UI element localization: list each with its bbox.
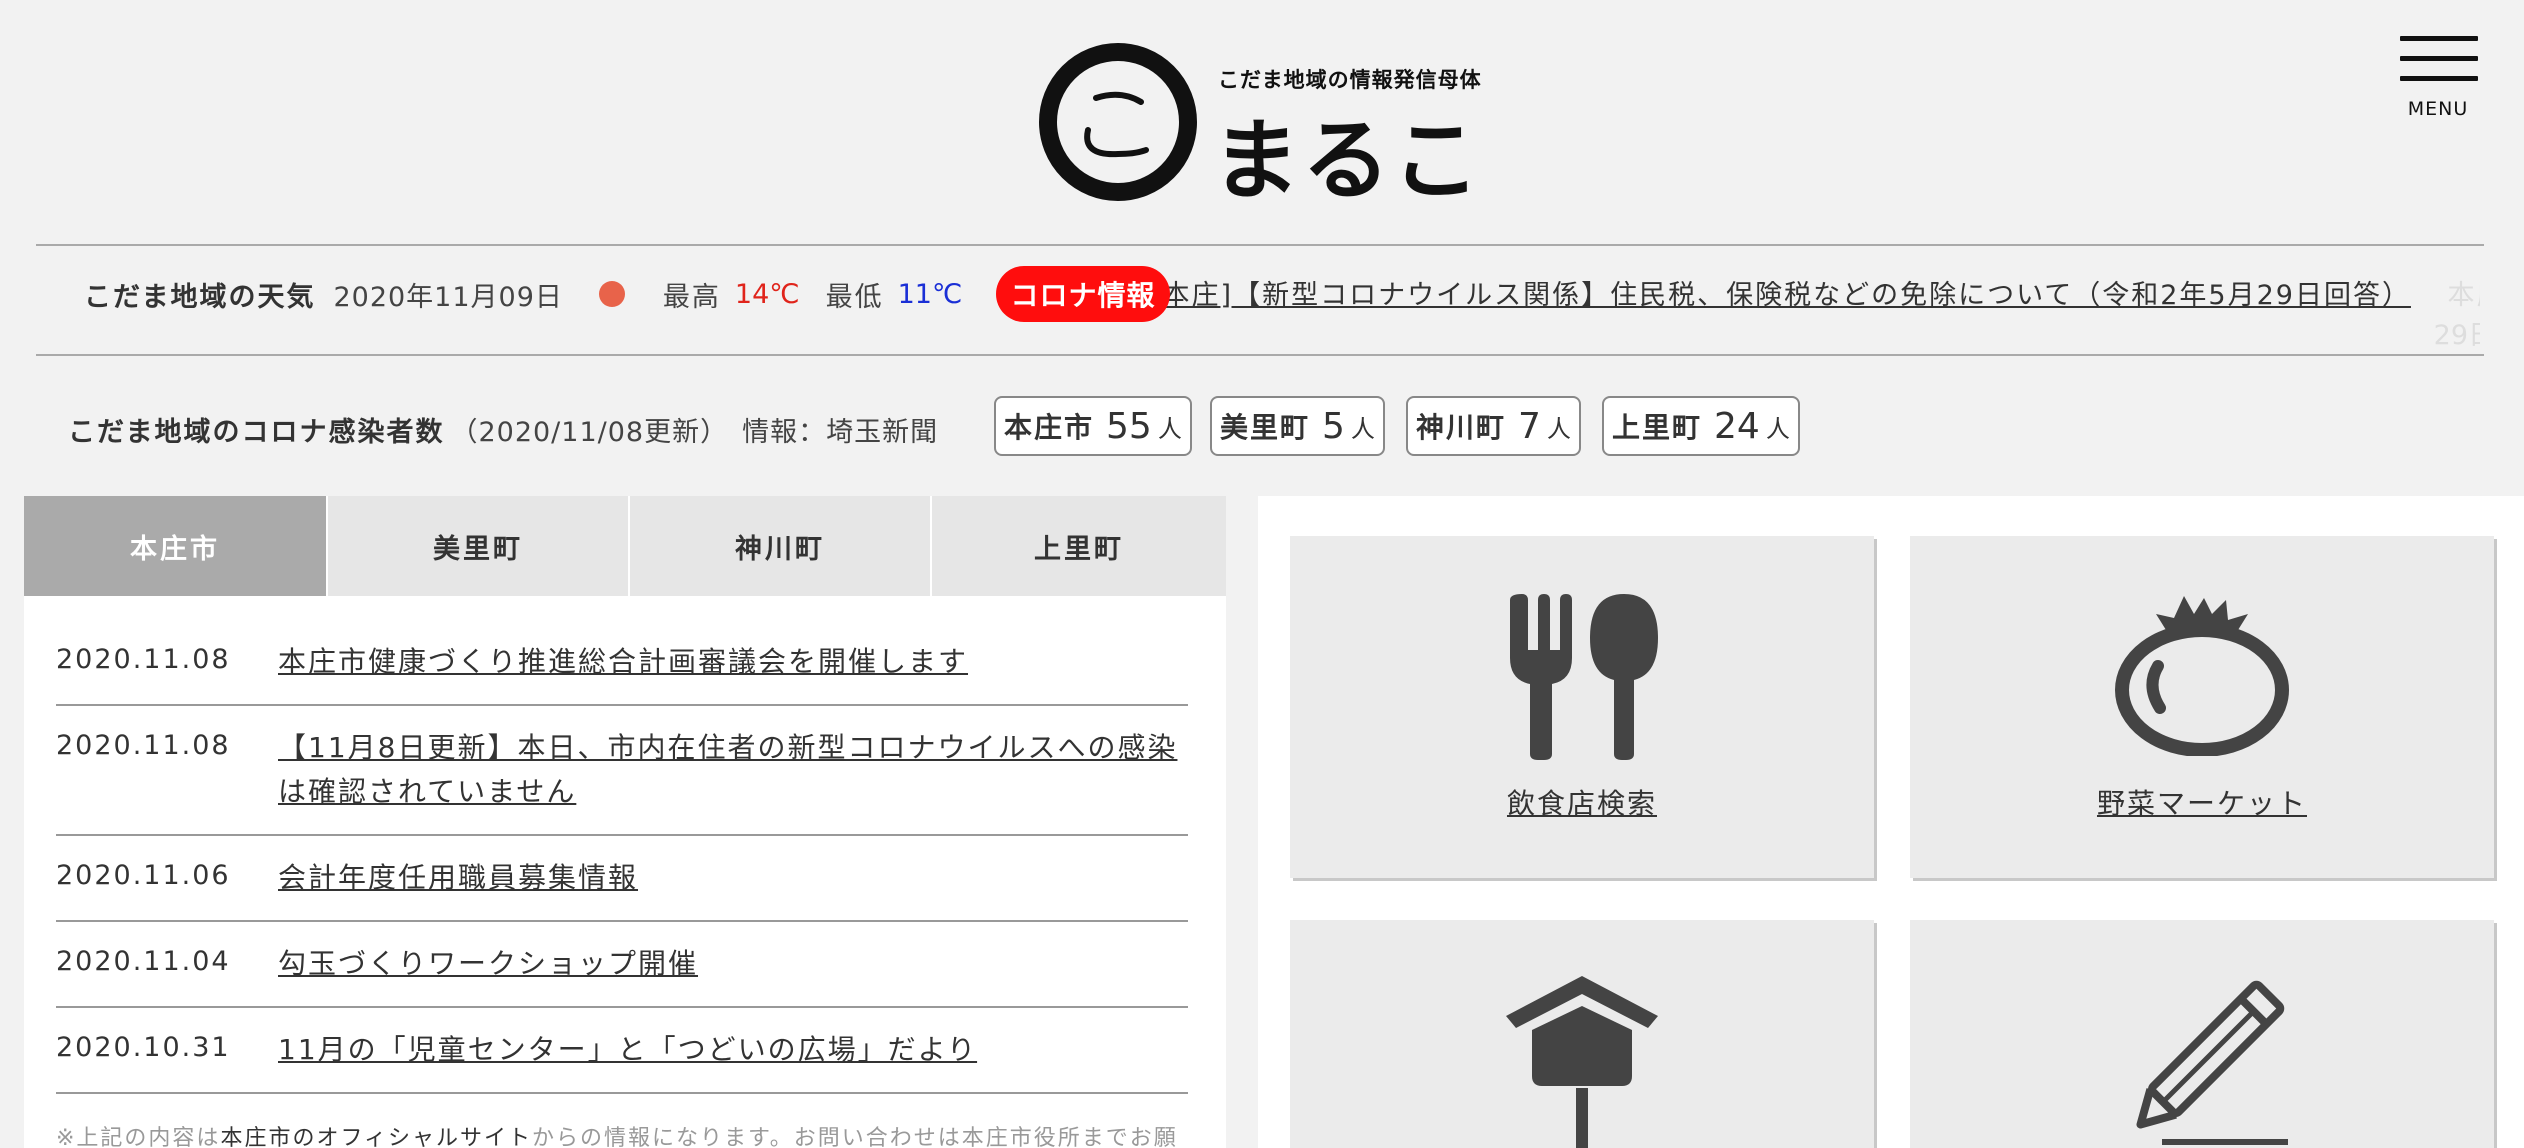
- infection-title: こだま地域のコロナ感染者数: [68, 417, 445, 448]
- card-signboard[interactable]: [1290, 920, 1874, 1148]
- pencil-icon: [2136, 980, 2288, 1145]
- hamburger-icon: [2400, 56, 2478, 61]
- weather-title: こだま地域の天気: [84, 281, 316, 313]
- divider: [36, 354, 2484, 356]
- menu-button[interactable]: MENU: [2396, 36, 2480, 126]
- low-temp: 11℃: [897, 278, 963, 310]
- ticker-next-item: 本庄]【新: [2447, 280, 2480, 311]
- news-link[interactable]: 勾玉づくりワークショップ開催: [278, 942, 1188, 986]
- infection-count-kamikawa: 神川町 7 人: [1406, 396, 1581, 456]
- card-label: 野菜マーケット: [2096, 787, 2307, 820]
- news-item: 2020.11.04 勾玉づくりワークショップ開催: [56, 922, 1188, 1008]
- news-link[interactable]: 本庄市健康づくり推進総合計画審議会を開催します: [278, 640, 1188, 684]
- news-date: 2020.10.31: [56, 1032, 231, 1063]
- corona-news-ticker: [本庄]【新型コロナウイルス関係】住民税、保険税などの免除について（令和2年5月…: [1150, 276, 2480, 356]
- card-restaurant-search[interactable]: 飲食店検索: [1290, 536, 1874, 878]
- news-list: 2020.11.08 本庄市健康づくり推進総合計画審議会を開催します 2020.…: [56, 620, 1188, 1094]
- hamburger-icon: [2400, 36, 2478, 41]
- sun-icon: [598, 281, 625, 307]
- news-item: 2020.11.08 本庄市健康づくり推進総合計画審議会を開催します: [56, 620, 1188, 706]
- logo-brand-name: まるこ: [1212, 109, 1483, 212]
- infection-count-misato: 美里町 5 人: [1210, 396, 1385, 456]
- news-item: 2020.11.08 【11月8日更新】本日、市内在住者の新型コロナウイルスへの…: [56, 706, 1188, 836]
- card-pencil[interactable]: [1910, 920, 2494, 1148]
- high-temp-label: 最高: [662, 281, 721, 313]
- count-town: 美里町: [1220, 411, 1311, 444]
- news-item: 2020.11.06 会計年度任用職員募集情報: [56, 836, 1188, 922]
- count-unit: 人: [1546, 414, 1571, 443]
- news-date: 2020.11.06: [56, 860, 231, 891]
- infection-source: 情報：埼玉新聞: [742, 417, 939, 448]
- signboard-icon: [1506, 976, 1658, 1148]
- count-town: 本庄市: [1004, 411, 1095, 444]
- town-tabs: 本庄市 美里町 神川町 上里町: [24, 496, 1226, 596]
- official-site-link[interactable]: 本庄市のオフィシャルサイト: [220, 1126, 532, 1148]
- hamburger-icon: [2400, 76, 2478, 81]
- news-date: 2020.11.08: [56, 730, 231, 761]
- count-town: 神川町: [1416, 411, 1507, 444]
- news-link[interactable]: 【11月8日更新】本日、市内在住者の新型コロナウイルスへの感染は確認されていませ…: [278, 726, 1188, 814]
- low-temp-label: 最低: [825, 281, 884, 313]
- tab-kamisato[interactable]: 上里町: [932, 496, 1226, 596]
- weather-date: 2020年11月09日: [333, 281, 563, 313]
- news-date: 2020.11.04: [56, 946, 231, 977]
- count-number: 55: [1106, 405, 1152, 447]
- tomato-icon: [2115, 596, 2289, 756]
- tab-misato[interactable]: 美里町: [328, 496, 630, 596]
- count-unit: 人: [1765, 414, 1790, 443]
- tab-kamikawa[interactable]: 神川町: [630, 496, 932, 596]
- high-temp: 14℃: [734, 278, 800, 310]
- weather-bar: こだま地域の天気 2020年11月09日 最高 14℃ 最低 11℃: [84, 276, 963, 313]
- card-label: 飲食店検索: [1506, 787, 1657, 820]
- count-number: 24: [1714, 405, 1760, 447]
- count-unit: 人: [1157, 414, 1182, 443]
- infection-count-heading: こだま地域のコロナ感染者数 （2020/11/08更新） 情報：埼玉新聞: [68, 410, 938, 449]
- count-number: 7: [1518, 405, 1541, 447]
- site-logo[interactable]: こだま地域の情報発信母体 まるこ: [1036, 40, 1486, 212]
- divider: [36, 244, 2484, 246]
- news-link[interactable]: 会計年度任用職員募集情報: [278, 856, 1188, 900]
- news-link[interactable]: 11月の「児童センター」と「つどいの広場」だより: [278, 1028, 1188, 1072]
- note-text: ※上記の内容は: [56, 1126, 221, 1148]
- source-note: ※上記の内容は本庄市のオフィシャルサイトからの情報になります。お問い合わせは本庄…: [56, 1120, 1236, 1148]
- logo-circle-icon: [1039, 43, 1197, 201]
- count-town: 上里町: [1612, 411, 1703, 444]
- card-vegetable-market[interactable]: 野菜マーケット: [1910, 536, 2494, 878]
- infection-updated: （2020/11/08更新）: [450, 417, 729, 448]
- corona-info-badge: コロナ情報: [996, 266, 1170, 322]
- news-date: 2020.11.08: [56, 644, 231, 675]
- news-panel: 本庄市 美里町 神川町 上里町 2020.11.08 本庄市健康づくり推進総合計…: [24, 496, 1226, 1148]
- infection-count-honjo: 本庄市 55 人: [994, 396, 1192, 456]
- ticker-next-item: 29日回答）: [2433, 320, 2480, 351]
- menu-label: MENU: [2407, 98, 2469, 120]
- fork-spoon-icon: [1510, 594, 1658, 760]
- ticker-link[interactable]: [本庄]【新型コロナウイルス関係】住民税、保険税などの免除について（令和2年5月…: [1150, 276, 2416, 316]
- infection-count-kamisato: 上里町 24 人: [1602, 396, 1800, 456]
- service-panel: 飲食店検索 野菜マーケット: [1258, 496, 2524, 1148]
- count-unit: 人: [1350, 414, 1375, 443]
- note-text: からの情報になります。お問い合わせは本庄市役所までお願: [532, 1126, 1178, 1148]
- news-item: 2020.10.31 11月の「児童センター」と「つどいの広場」だより: [56, 1008, 1188, 1094]
- tab-honjo[interactable]: 本庄市: [24, 496, 328, 596]
- count-number: 5: [1322, 405, 1345, 447]
